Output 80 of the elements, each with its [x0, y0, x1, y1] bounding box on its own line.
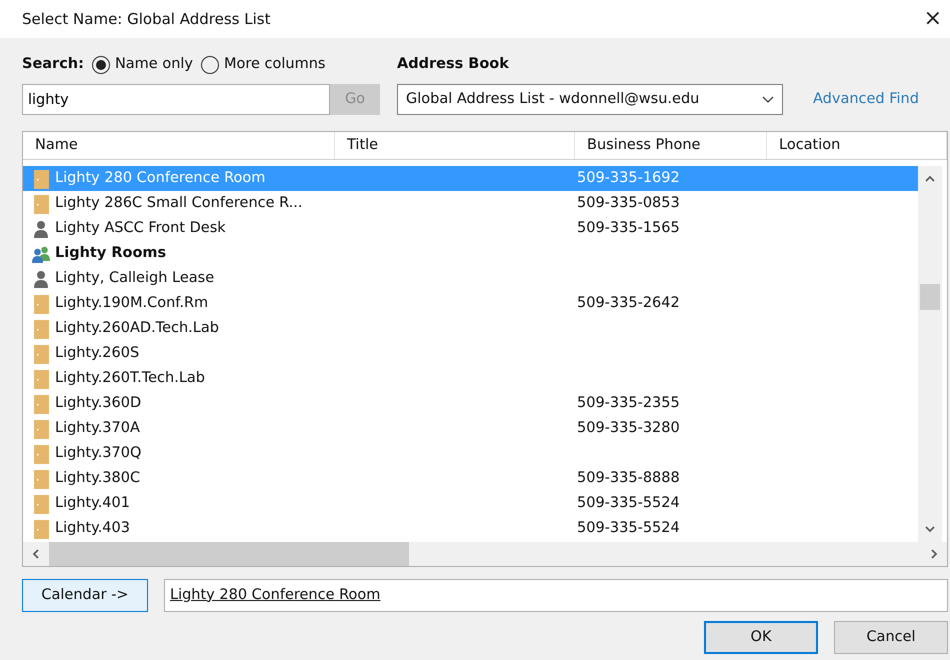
- room-icon: [31, 368, 51, 388]
- list-row[interactable]: Lighty.370Q: [23, 441, 918, 466]
- name-text: Lighty ASCC Front Desk: [55, 218, 226, 238]
- room-icon: [31, 394, 51, 414]
- dialog-button[interactable]: Cancel: [834, 621, 948, 654]
- radio-option[interactable]: More columns: [201, 54, 326, 76]
- room-icon: [31, 194, 51, 214]
- phone-text: 509-335-2355: [577, 394, 680, 413]
- list-row[interactable]: Lighty.190M.Conf.Rm 509-335-2642: [23, 291, 918, 316]
- list-row[interactable]: Lighty.260AD.Tech.Lab: [23, 316, 918, 341]
- name-text: Lighty.260S: [55, 344, 140, 363]
- advanced-find-link[interactable]: Advanced Find: [813, 88, 919, 110]
- search-field[interactable]: lighty: [22, 84, 330, 115]
- list-row[interactable]: Lighty.401 509-335-5524: [23, 491, 918, 516]
- phone-text: 509-335-2642: [577, 294, 680, 313]
- room-icon: [31, 494, 51, 514]
- person-icon: [31, 268, 51, 288]
- list-row[interactable]: Lighty 286C Small Conference R... 509-335-0853: [23, 191, 918, 216]
- name-text: Lighty.380C: [55, 468, 140, 488]
- scroll-thumb[interactable]: [920, 284, 940, 310]
- name-text: Lighty 280 Conference Room: [55, 168, 266, 188]
- address-book-dropdown[interactable]: Global Address List - wdonnell@wsu.edu: [397, 84, 783, 115]
- close-button[interactable]: ×: [924, 8, 942, 30]
- list-row[interactable]: Lighty.370A 509-335-3280: [23, 416, 918, 441]
- column-header[interactable]: Location: [767, 132, 947, 159]
- name-text: Lighty, Calleigh Lease: [55, 268, 214, 288]
- name-text: Lighty.360D: [55, 394, 142, 413]
- room-icon: [31, 518, 51, 538]
- list-row[interactable]: Lighty Rooms: [23, 241, 918, 266]
- scroll-left-icon[interactable]: [31, 549, 41, 559]
- name-text: Lighty.370A: [55, 418, 140, 438]
- window-title: Select Name: Global Address List: [22, 8, 270, 30]
- recipient-field[interactable]: Lighty 280 Conference Room: [164, 579, 948, 612]
- list-row[interactable]: Lighty.260T.Tech.Lab: [23, 366, 918, 391]
- room-icon: [31, 444, 51, 464]
- column-header[interactable]: Business Phone: [575, 132, 767, 159]
- name-text: Lighty.190M.Conf.Rm: [55, 294, 208, 313]
- list-row[interactable]: Lighty ASCC Front Desk 509-335-1565: [23, 216, 918, 241]
- room-icon: [31, 294, 51, 314]
- radio-option[interactable]: Name only: [92, 54, 193, 76]
- scroll-right-icon[interactable]: [929, 549, 939, 559]
- list-row[interactable]: Lighty.403 509-335-5524: [23, 516, 918, 541]
- name-text: Lighty.260AD.Tech.Lab: [55, 318, 219, 338]
- name-text: Lighty.370Q: [55, 444, 142, 463]
- name-text: Lighty.260T.Tech.Lab: [55, 368, 205, 388]
- list-row[interactable]: Lighty.260S: [23, 341, 918, 366]
- list-row[interactable]: Lighty, Calleigh Lease: [23, 266, 918, 291]
- search-label: Search:: [22, 55, 84, 74]
- scroll-thumb[interactable]: [49, 542, 409, 566]
- dialog-button[interactable]: OK: [704, 621, 818, 654]
- recipient-name[interactable]: Lighty 280 Conference Room: [170, 584, 380, 606]
- column-header[interactable]: Title: [335, 132, 575, 159]
- phone-text: 509-335-1692: [577, 168, 680, 188]
- list-row[interactable]: Lighty.360D 509-335-2355: [23, 391, 918, 416]
- address-book-label: Address Book: [397, 55, 509, 74]
- list-row[interactable]: Lighty.380C 509-335-8888: [23, 466, 918, 491]
- phone-text: 509-335-0853: [577, 194, 680, 213]
- room-icon: [31, 168, 51, 188]
- name-text: Lighty.401: [55, 494, 130, 513]
- group-icon: [31, 244, 51, 264]
- room-icon: [31, 468, 51, 488]
- phone-text: 509-335-8888: [577, 468, 680, 488]
- name-text: Lighty Rooms: [55, 244, 166, 263]
- phone-text: 509-335-5524: [577, 518, 680, 538]
- caret-icon: [762, 96, 774, 104]
- phone-text: 509-335-5524: [577, 494, 680, 513]
- scroll-down-icon[interactable]: [925, 524, 935, 534]
- name-text: Lighty.403: [55, 518, 130, 538]
- horizontal-scrollbar[interactable]: [23, 542, 947, 566]
- phone-text: 509-335-3280: [577, 418, 680, 438]
- scroll-up-icon[interactable]: [925, 174, 935, 184]
- vertical-scrollbar[interactable]: [918, 166, 942, 542]
- phone-text: 509-335-1565: [577, 218, 680, 238]
- person-icon: [31, 218, 51, 238]
- column-header[interactable]: Name: [23, 132, 335, 159]
- room-icon: [31, 318, 51, 338]
- room-icon: [31, 418, 51, 438]
- name-text: Lighty 286C Small Conference R...: [55, 194, 303, 213]
- room-icon: [31, 344, 51, 364]
- calendar-button[interactable]: Calendar ->: [22, 579, 148, 612]
